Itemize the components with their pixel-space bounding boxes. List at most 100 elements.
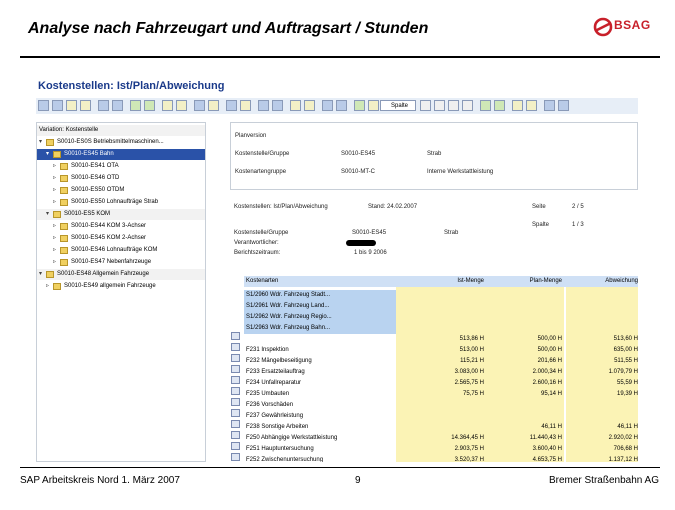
folder-icon[interactable] [304, 100, 315, 111]
column-header[interactable]: Kostenarten [246, 276, 396, 287]
forward-icon[interactable] [52, 100, 63, 111]
report-area: Planversion Kostenstelle/Gruppe S0010-ES… [230, 122, 638, 462]
report-grid: Kostenarten Ist-Menge Plan-Menge Abweich… [244, 276, 638, 462]
sort-icon[interactable] [144, 100, 155, 111]
report-icon[interactable] [512, 100, 523, 111]
folder-open-icon[interactable] [290, 100, 301, 111]
drilldown-icon[interactable] [231, 409, 240, 417]
filter-icon[interactable] [130, 100, 141, 111]
first-page-icon[interactable] [420, 100, 431, 111]
table-row[interactable]: S1/2961 Wdr. Fahrzeug Land... [244, 301, 396, 312]
table-row[interactable]: F231 Inspektion 513,00 H 500,00 H 635,00 H [244, 345, 638, 356]
column-header[interactable]: Ist-Menge [396, 276, 484, 287]
hierarchy-icon[interactable] [322, 100, 333, 111]
tree-item[interactable]: ▾ S0010-ES48 Allgemein Fahrzeuge [37, 269, 205, 280]
table-row[interactable]: F234 Unfallreparatur 2.565,75 H 2.600,16 H… [244, 378, 638, 389]
mail-icon[interactable] [194, 100, 205, 111]
excel-icon[interactable] [162, 100, 173, 111]
drilldown-icon[interactable] [336, 100, 347, 111]
header-info-box: Planversion Kostenstelle/Gruppe S0010-ES… [230, 122, 638, 190]
cost-element-group-value: S0010-MT-C [341, 169, 376, 175]
table-row[interactable]: F233 Ersatzteilauftrag 3.083,00 H 2.000,34… [244, 367, 638, 378]
drilldown-icon[interactable] [231, 420, 240, 428]
column-header[interactable]: Plan-Menge [488, 276, 562, 287]
table-row[interactable]: 513,86 H 500,00 H 513,60 H [244, 334, 638, 345]
table-row[interactable]: F232 Mängelbeseitigung 115,21 H 201,66 H 51… [244, 356, 638, 367]
drilldown-icon[interactable] [231, 453, 240, 461]
layout-icon[interactable] [240, 100, 251, 111]
drilldown-icon[interactable] [231, 398, 240, 406]
tree-item[interactable]: Variation: Kostenstelle [37, 125, 205, 136]
tree-item[interactable]: ▾ S0010-ES0S Betriebsmittelmaschinen... [37, 137, 205, 148]
drilldown-icon[interactable] [231, 376, 240, 384]
tree-item[interactable]: ▾ S0010-ES5 KOM [37, 209, 205, 220]
column-icon[interactable] [368, 100, 379, 111]
column-field[interactable]: Spalte [380, 100, 416, 111]
table-row[interactable]: F235 Umbauten 75,75 H 95,14 H 19,39 H [244, 389, 638, 400]
find-icon[interactable] [98, 100, 109, 111]
cost-center-value: S0010-ES45 [341, 151, 376, 157]
cost-center-text: Strab [427, 151, 442, 157]
folder-icon [53, 151, 61, 158]
folder-icon [60, 223, 68, 230]
table-row[interactable]: F236 Vorschäden [244, 400, 638, 411]
period-label: Berichtszeitraum: [234, 250, 281, 256]
folder-icon [53, 211, 61, 218]
tree-item-selected[interactable]: ▾ S0010-ES45 Bahn [37, 149, 205, 160]
drilldown-icon[interactable] [231, 343, 240, 351]
sap-report-screenshot: Kostenstellen: Ist/Plan/Abweichung Spalt… [36, 78, 638, 462]
variant-icon[interactable] [526, 100, 537, 111]
folder-icon [60, 247, 68, 254]
folder-icon [53, 283, 61, 290]
expand-icon[interactable] [258, 100, 269, 111]
footer-event: SAP Arbeitskreis Nord 1. März 2007 [20, 475, 180, 486]
table-row[interactable]: F237 Gewährleistung [244, 411, 638, 422]
settings-icon[interactable] [226, 100, 237, 111]
print-icon[interactable] [80, 100, 91, 111]
column-header[interactable]: Abweichung [566, 276, 638, 287]
drilldown-icon[interactable] [231, 442, 240, 450]
drilldown-icon[interactable] [231, 332, 240, 340]
table-row[interactable]: S1/2962 Wdr. Fahrzeug Regio... [244, 312, 396, 323]
folder-icon [60, 175, 68, 182]
tree-item[interactable]: ▹ S0010-ES47 Nebenfahrzeuge [37, 257, 205, 268]
drilldown-icon[interactable] [231, 431, 240, 439]
next-page-icon[interactable] [448, 100, 459, 111]
report-cost-center-label: Kostenstelle/Gruppe [234, 230, 289, 236]
find-next-icon[interactable] [112, 100, 123, 111]
tree-item[interactable]: ▹ S0010-ES46 Lohnaufträge KOM [37, 245, 205, 256]
tree-item[interactable]: ▹ S0010-ES41 OTA [37, 161, 205, 172]
tree-item[interactable]: ▹ S0010-ES46 OTD [37, 173, 205, 184]
chart-icon[interactable] [354, 100, 365, 111]
graphic-icon[interactable] [208, 100, 219, 111]
tree-item[interactable]: ▹ S0010-ES50 OTDM [37, 185, 205, 196]
tree-item[interactable]: ▹ S0010-ES44 KOM 3-Achser [37, 221, 205, 232]
drilldown-icon[interactable] [231, 365, 240, 373]
save-icon[interactable] [66, 100, 77, 111]
word-icon[interactable] [176, 100, 187, 111]
table-row[interactable]: S1/2960 Wdr. Fahrzeug Stadt... [244, 290, 396, 301]
drilldown-icon[interactable] [231, 354, 240, 362]
column-right-icon[interactable] [494, 100, 505, 111]
tree-item[interactable]: ▹ S0010-ES50 Lohnaufträge Strab [37, 197, 205, 208]
cost-center-label: Kostenstelle/Gruppe [235, 151, 290, 157]
table-row[interactable]: F250 Abhängige Werkstattleistung 14.364,4… [244, 433, 638, 444]
last-page-icon[interactable] [462, 100, 473, 111]
collapse-icon[interactable] [272, 100, 283, 111]
cost-element-group-label: Kostenartengruppe [235, 169, 287, 175]
table-row[interactable]: F238 Sonstige Arbeiten 46,11 H 46,11 H [244, 422, 638, 433]
tree-item[interactable]: ▹ S0010-ES45 KOM 2-Achser [37, 233, 205, 244]
folder-icon [60, 163, 68, 170]
column-left-icon[interactable] [480, 100, 491, 111]
help-icon[interactable] [558, 100, 569, 111]
report-name: Kostenstellen: Ist/Plan/Abweichung [234, 204, 328, 210]
grid-header-row: Kostenarten Ist-Menge Plan-Menge Abweich… [244, 276, 638, 287]
table-row[interactable]: S1/2963 Wdr. Fahrzeug Bahn... [244, 323, 396, 334]
tree-item[interactable]: ▹ S0010-ES49 allgemein Fahrzeuge [37, 281, 205, 292]
navigation-tree: Variation: Kostenstelle ▾ S0010-ES0S Bet… [36, 122, 206, 462]
previous-page-icon[interactable] [434, 100, 445, 111]
back-icon[interactable] [38, 100, 49, 111]
drilldown-icon[interactable] [231, 387, 240, 395]
info-icon[interactable] [544, 100, 555, 111]
row-icon-column [230, 332, 242, 462]
